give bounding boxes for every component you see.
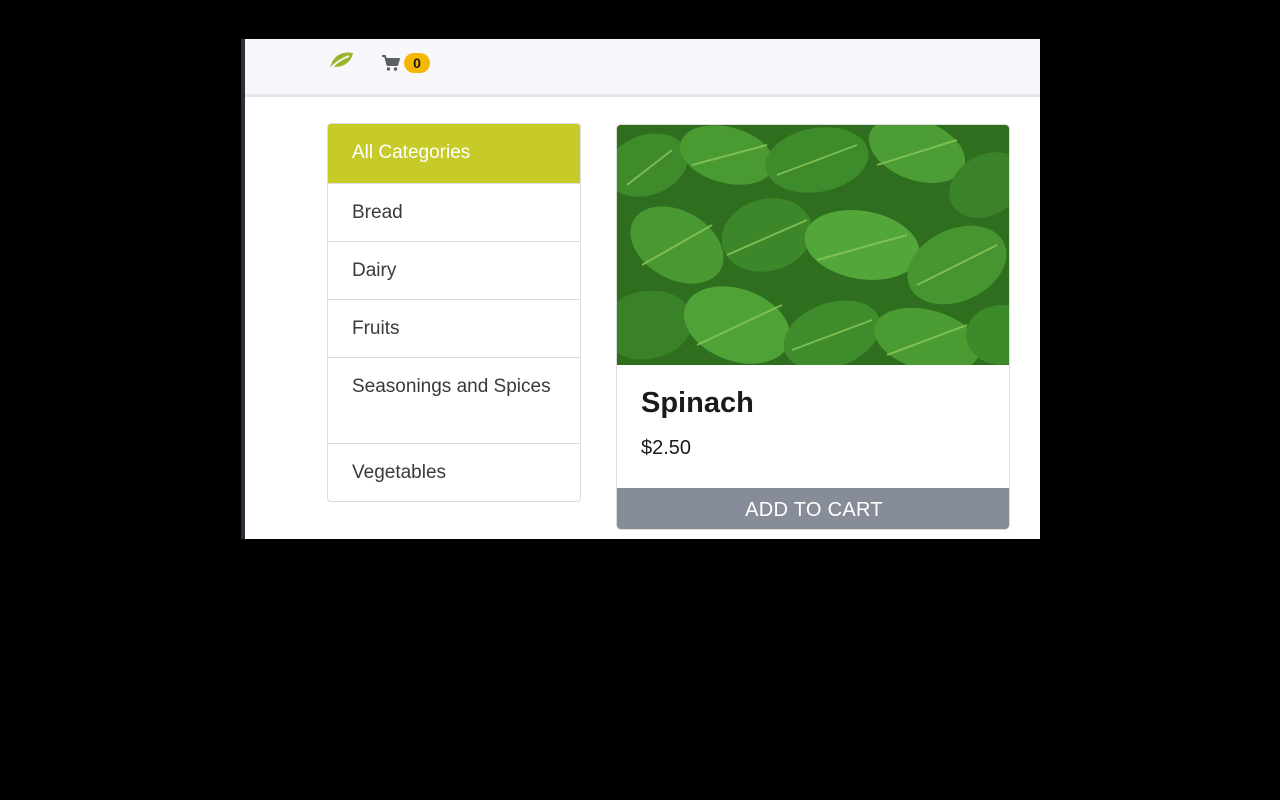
top-navbar: 0 [245,39,1040,97]
product-name: Spinach [641,387,754,419]
category-all[interactable]: All Categories [328,124,580,183]
category-vegetables[interactable]: Vegetables [328,443,580,501]
cart-count-badge: 0 [404,53,430,73]
app-window: 0 All Categories Bread Dairy Fruits Seas… [241,39,1040,539]
category-bread[interactable]: Bread [328,183,580,241]
spinach-image [617,125,1009,365]
product-price: $2.50 [641,437,692,459]
cart-link[interactable]: 0 [381,52,430,74]
window-edge [241,39,245,539]
category-list: All Categories Bread Dairy Fruits Season… [327,123,581,502]
leaf-icon[interactable] [327,49,355,71]
add-to-cart-button[interactable]: ADD TO CART [617,488,1009,529]
product-body: Spinach $2.50 [641,383,754,461]
category-seasonings-and-spices[interactable]: Seasonings and Spices [328,357,580,443]
shopping-cart-icon [382,55,400,71]
product-card: Spinach $2.50 ADD TO CART [616,124,1010,530]
category-fruits[interactable]: Fruits [328,299,580,357]
category-dairy[interactable]: Dairy [328,241,580,299]
